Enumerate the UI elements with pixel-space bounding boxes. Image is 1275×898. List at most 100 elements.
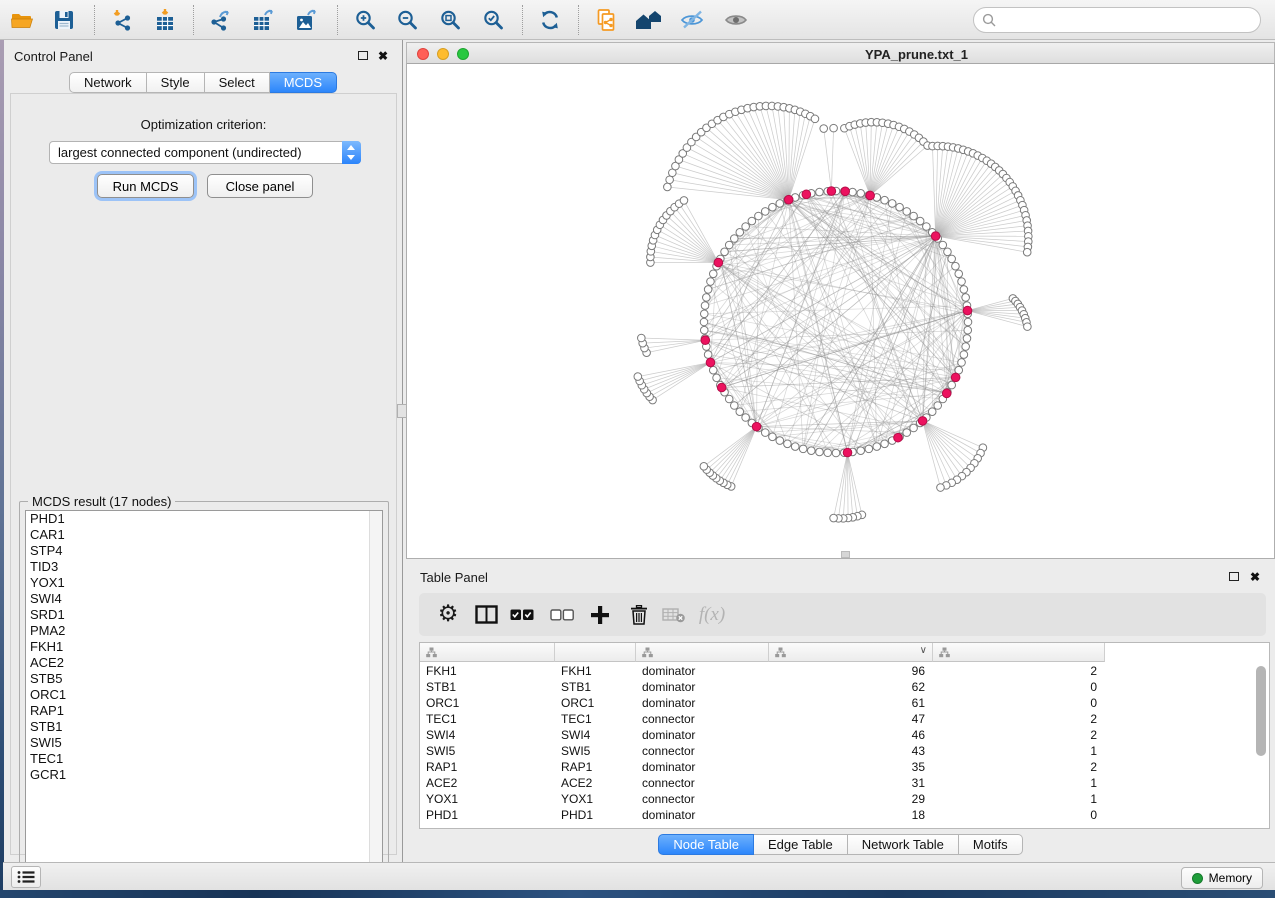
mcds-result-item[interactable]: SWI4: [26, 591, 382, 607]
mcds-result-item[interactable]: GCR1: [26, 767, 382, 783]
table-cell[interactable]: 2: [933, 663, 1105, 679]
table-cell[interactable]: dominator: [636, 663, 769, 679]
table-cell[interactable]: YOX1: [555, 791, 636, 807]
open-session-button[interactable]: [5, 4, 39, 36]
mcds-result-item[interactable]: RAP1: [26, 703, 382, 719]
graph-node[interactable]: [713, 374, 721, 382]
table-cell[interactable]: 2: [933, 727, 1105, 743]
table-cell[interactable]: 43: [769, 743, 933, 759]
table-cell[interactable]: 31: [769, 775, 933, 791]
table-cell[interactable]: 96: [769, 663, 933, 679]
mcds-result-list[interactable]: PHD1CAR1STP4TID3YOX1SWI4SRD1PMA2FKH1ACE2…: [25, 510, 383, 867]
graph-node[interactable]: [948, 381, 956, 389]
graph-dominator-node[interactable]: [717, 383, 726, 392]
table-cell[interactable]: connector: [636, 791, 769, 807]
graph-node[interactable]: [939, 241, 947, 249]
graph-node[interactable]: [725, 395, 733, 403]
float-panel-icon[interactable]: [358, 51, 368, 60]
mcds-result-item[interactable]: PHD1: [26, 511, 382, 527]
graph-dominator-node[interactable]: [894, 433, 903, 442]
mcds-result-item[interactable]: CAR1: [26, 527, 382, 543]
mcds-result-item[interactable]: ORC1: [26, 687, 382, 703]
delete-column-button[interactable]: [622, 593, 656, 636]
graph-node[interactable]: [824, 449, 832, 457]
table-cell[interactable]: YOX1: [420, 791, 555, 807]
close-panel-icon[interactable]: ✖: [378, 51, 388, 61]
hide-details-button[interactable]: [675, 4, 709, 36]
graph-node[interactable]: [948, 255, 956, 263]
graph-node[interactable]: [704, 286, 712, 294]
graph-node[interactable]: [755, 212, 763, 220]
zoom-selected-button[interactable]: [476, 4, 510, 36]
column-header-MCDS-role[interactable]: [636, 643, 769, 662]
tab-network-table[interactable]: Network Table: [848, 834, 959, 855]
graph-node[interactable]: [700, 326, 708, 334]
task-history-button[interactable]: [11, 866, 41, 888]
table-cell[interactable]: 0: [933, 807, 1105, 823]
table-cell[interactable]: 46: [769, 727, 933, 743]
deselect-all-button[interactable]: [545, 593, 579, 636]
export-image-button[interactable]: [289, 4, 323, 36]
graph-node[interactable]: [910, 424, 918, 432]
table-cell[interactable]: PHD1: [555, 807, 636, 823]
graph-node[interactable]: [761, 208, 769, 216]
zoom-in-button[interactable]: [348, 4, 382, 36]
graph-node[interactable]: [934, 402, 942, 410]
table-cell[interactable]: ACE2: [555, 775, 636, 791]
search-input[interactable]: [997, 10, 1260, 30]
export-table-button[interactable]: [246, 4, 280, 36]
network-window-titlebar[interactable]: YPA_prune.txt_1: [406, 42, 1275, 64]
graph-node[interactable]: [664, 183, 672, 191]
mcds-result-item[interactable]: STB5: [26, 671, 382, 687]
mcds-result-item[interactable]: TID3: [26, 559, 382, 575]
graph-dominator-node[interactable]: [931, 232, 940, 241]
graph-node[interactable]: [952, 262, 960, 270]
graph-node[interactable]: [928, 408, 936, 416]
graph-node[interactable]: [857, 190, 865, 198]
table-scrollbar[interactable]: [1254, 663, 1267, 826]
table-cell[interactable]: TEC1: [420, 711, 555, 727]
table-cell[interactable]: 61: [769, 695, 933, 711]
table-cell[interactable]: dominator: [636, 807, 769, 823]
table-cell[interactable]: STB1: [555, 679, 636, 695]
graph-node[interactable]: [903, 429, 911, 437]
import-table-button[interactable]: [148, 4, 182, 36]
graph-node[interactable]: [709, 366, 717, 374]
table-cell[interactable]: RAP1: [420, 759, 555, 775]
mcds-result-item[interactable]: YOX1: [26, 575, 382, 591]
graph-node[interactable]: [960, 286, 968, 294]
graph-node[interactable]: [707, 278, 715, 286]
graph-node[interactable]: [903, 208, 911, 216]
graph-dominator-node[interactable]: [951, 373, 960, 382]
table-cell[interactable]: 1: [933, 743, 1105, 759]
graph-node[interactable]: [816, 448, 824, 456]
graph-dominator-node[interactable]: [714, 258, 723, 267]
graph-node[interactable]: [769, 433, 777, 441]
table-cell[interactable]: SWI4: [555, 727, 636, 743]
table-cell[interactable]: FKH1: [420, 663, 555, 679]
graph-node[interactable]: [709, 270, 717, 278]
graph-node[interactable]: [857, 447, 865, 455]
graph-node[interactable]: [830, 514, 838, 522]
graph-dominator-node[interactable]: [942, 389, 951, 398]
table-cell[interactable]: connector: [636, 775, 769, 791]
graph-node[interactable]: [791, 443, 799, 451]
network-graph[interactable]: [407, 64, 1274, 557]
graph-dominator-node[interactable]: [752, 422, 761, 431]
graph-node[interactable]: [820, 125, 828, 133]
table-cell[interactable]: STB1: [420, 679, 555, 695]
float-table-panel-icon[interactable]: [1229, 572, 1239, 581]
graph-node[interactable]: [725, 241, 733, 249]
network-view[interactable]: [406, 64, 1275, 559]
select-all-button[interactable]: [505, 593, 539, 636]
zoom-out-button[interactable]: [390, 4, 424, 36]
graph-dominator-node[interactable]: [841, 187, 850, 196]
mcds-list-scrollbar[interactable]: [369, 511, 382, 866]
run-mcds-button[interactable]: Run MCDS: [97, 174, 194, 198]
graph-node[interactable]: [881, 196, 889, 204]
column-header-successor-nodes[interactable]: ∨: [769, 643, 933, 662]
graph-dominator-node[interactable]: [784, 195, 793, 204]
save-session-button[interactable]: [47, 4, 81, 36]
graph-node[interactable]: [1023, 248, 1031, 256]
table-cell[interactable]: 1: [933, 775, 1105, 791]
